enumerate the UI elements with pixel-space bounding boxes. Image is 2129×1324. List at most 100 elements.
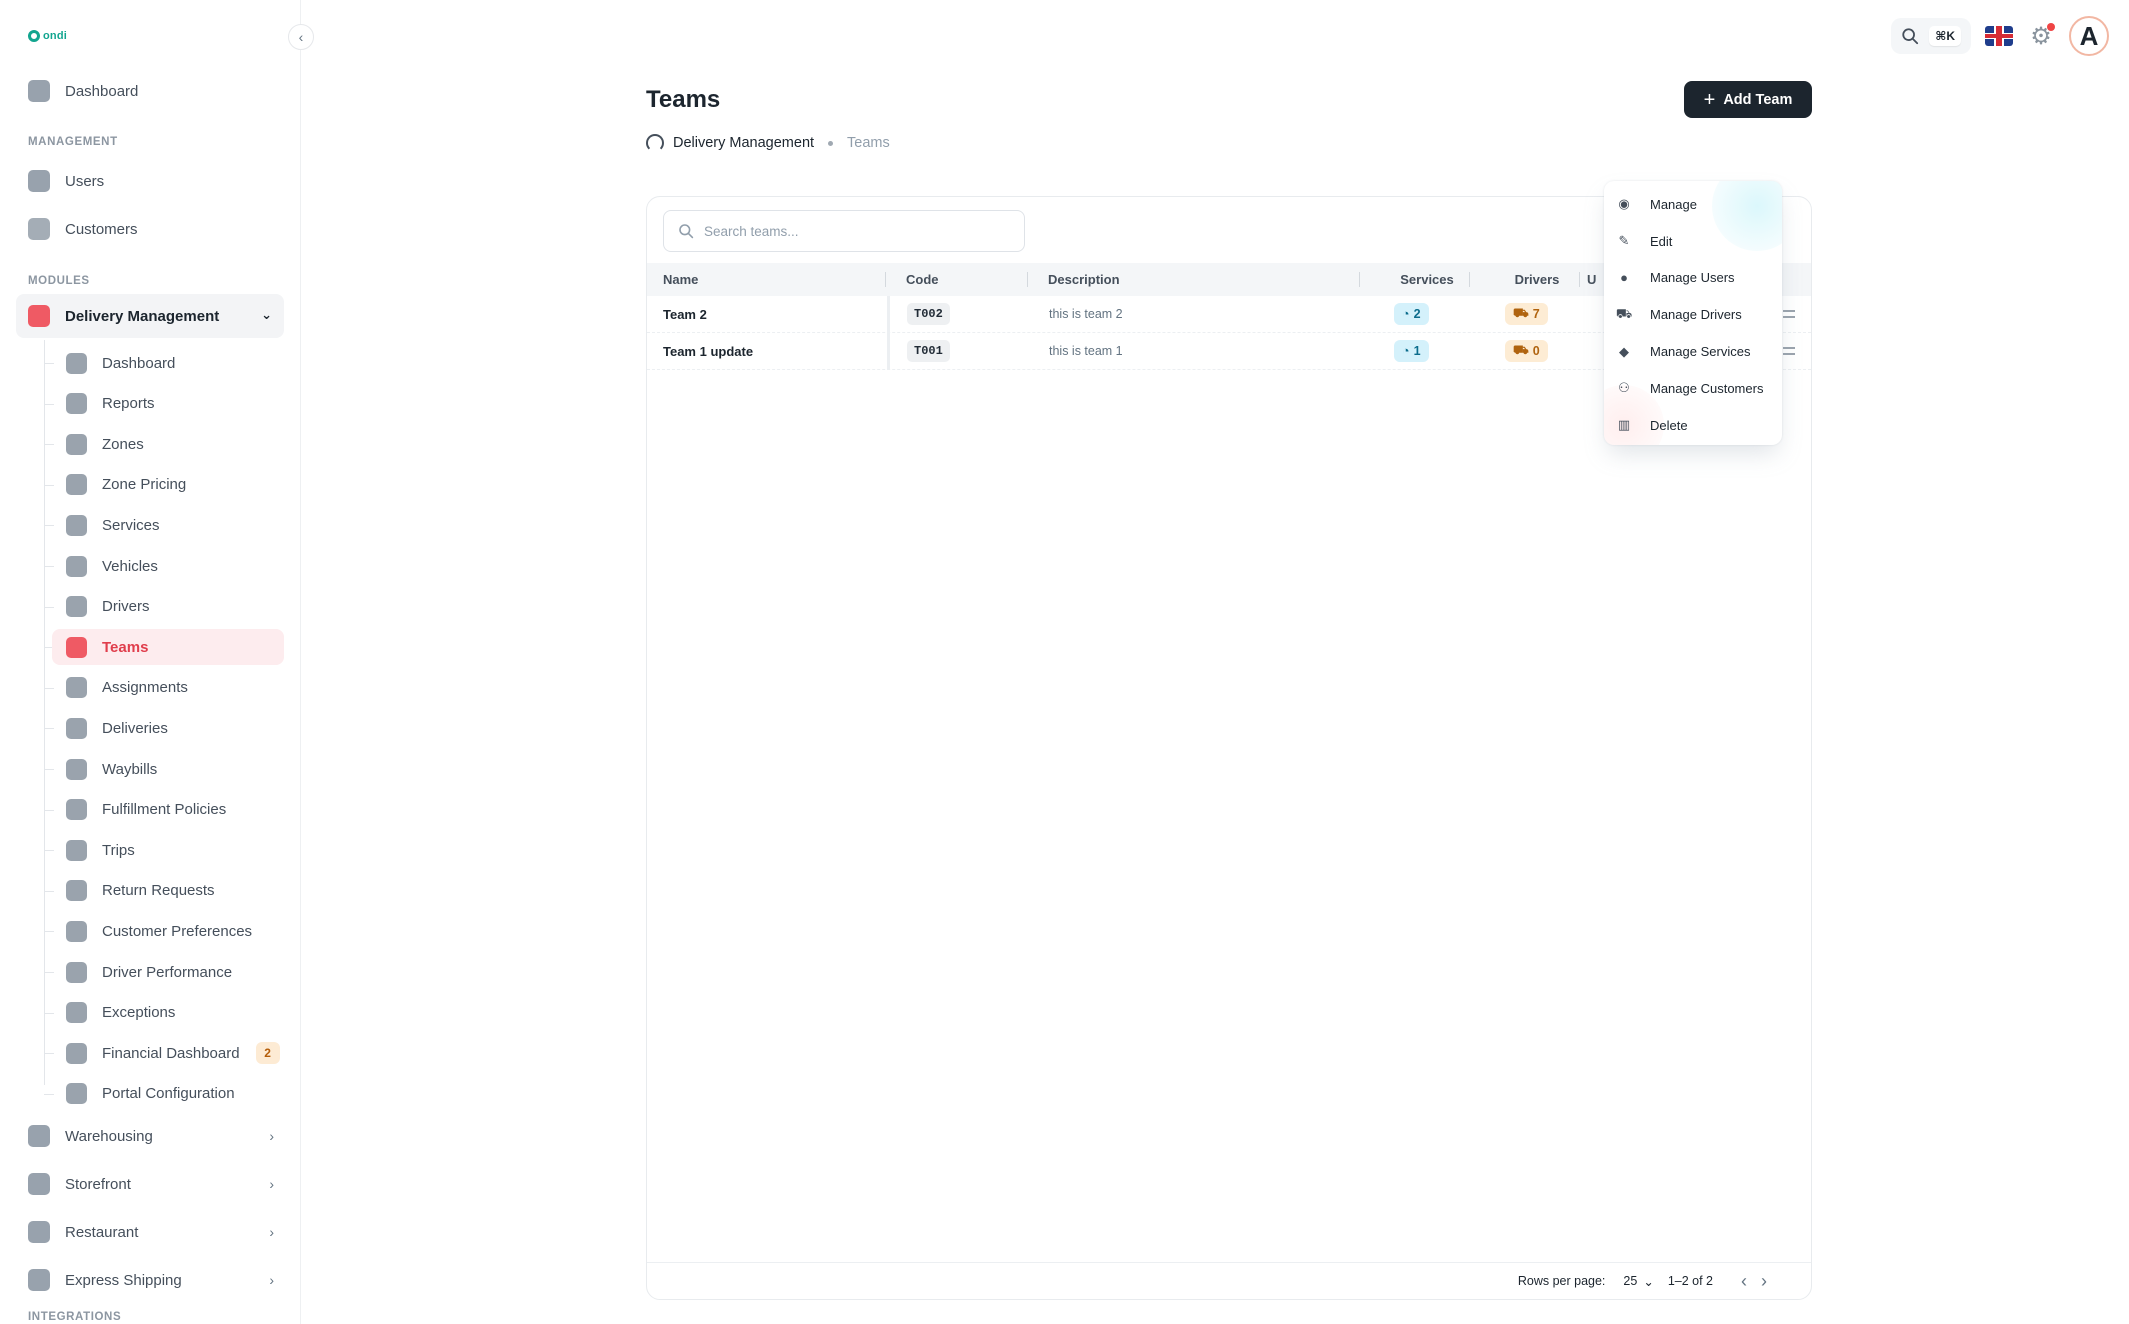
global-search-button[interactable]: ⌘K [1891, 18, 1971, 54]
search-input[interactable] [704, 223, 1004, 239]
sidebar-group-restaurant[interactable]: Restaurant › [28, 1212, 284, 1252]
portal-configuration-icon [66, 1083, 87, 1105]
column-header-description[interactable]: Description [1048, 272, 1120, 287]
sidebar-group-label: Restaurant [65, 1223, 139, 1241]
sidebar-item-assignments[interactable]: Assignments [52, 670, 284, 706]
eye-icon: ◉ [1618, 196, 1630, 212]
drivers-count: 7 [1532, 307, 1540, 321]
sidebar-item-return-requests[interactable]: Return Requests [52, 873, 284, 909]
menu-item-manage[interactable]: ◉ Manage [1604, 186, 1782, 223]
menu-item-manage-services[interactable]: ◆ Manage Services [1604, 333, 1782, 370]
sidebar-item-dashboard[interactable]: Dashboard [52, 345, 284, 381]
service-icon: ◔ [1402, 344, 1410, 358]
chevron-right-icon: › [269, 1272, 274, 1288]
sidebar-group-label: Storefront [65, 1175, 131, 1193]
sidebar-item-dashboard[interactable]: Dashboard [28, 71, 284, 111]
menu-item-label: Manage Users [1650, 270, 1735, 286]
column-header-code[interactable]: Code [906, 272, 939, 287]
sidebar-item-label: Financial Dashboard [102, 1044, 240, 1062]
sidebar-item-label: Reports [102, 395, 155, 413]
car-icon: ⛟ [1615, 305, 1633, 321]
menu-item-label: Manage [1650, 196, 1697, 212]
fulfillment-icon [66, 799, 87, 821]
brand-logo[interactable]: ondi [28, 30, 67, 42]
chevron-right-icon: › [269, 1176, 274, 1192]
menu-item-edit[interactable]: ✎ Edit [1604, 223, 1782, 260]
sidebar-item-exceptions[interactable]: Exceptions [52, 995, 284, 1031]
sidebar-group-delivery-management[interactable]: Delivery Management ⌄ [16, 294, 284, 338]
team-name[interactable]: Team 2 [663, 307, 707, 322]
column-header-drivers[interactable]: Drivers [1474, 272, 1600, 287]
pagination-range: 1–2 of 2 [1667, 1274, 1713, 1288]
add-team-button[interactable]: + Add Team [1684, 81, 1812, 118]
sidebar-item-label: Teams [102, 638, 149, 656]
row-actions-icon[interactable] [1783, 310, 1795, 318]
user-icon [28, 170, 50, 192]
sidebar-group-label: Warehousing [65, 1127, 153, 1145]
row-actions-icon[interactable] [1783, 347, 1795, 355]
search-field[interactable] [663, 210, 1025, 252]
assignments-icon [66, 677, 87, 699]
sidebar-item-driver-performance[interactable]: Driver Performance [52, 954, 284, 990]
zones-icon [66, 433, 87, 455]
breadcrumb: Delivery Management Teams [646, 134, 890, 152]
column-divider [1359, 272, 1360, 287]
services-count: 1 [1413, 344, 1421, 358]
column-header-users[interactable]: U [1587, 272, 1596, 287]
sidebar-item-reports[interactable]: Reports [52, 386, 284, 422]
sidebar-item-label: Driver Performance [102, 963, 233, 981]
language-flag-uk-icon[interactable] [1985, 26, 2013, 46]
column-header-services[interactable]: Services [1364, 272, 1490, 287]
collapse-sidebar-button[interactable]: ‹ [288, 24, 314, 50]
avatar-letter: A [2079, 20, 2099, 51]
sidebar-item-zone-pricing[interactable]: Zone Pricing [52, 467, 284, 503]
financial-dashboard-icon [66, 1042, 87, 1064]
restaurant-icon [28, 1221, 50, 1243]
sidebar-item-trips[interactable]: Trips [52, 832, 284, 868]
waybills-icon [66, 758, 87, 780]
sidebar-item-label: Fulfillment Policies [102, 801, 227, 819]
avatar[interactable]: A [2069, 16, 2109, 56]
menu-item-label: Edit [1650, 233, 1673, 249]
previous-page-icon[interactable]: ‹ [1741, 1271, 1761, 1291]
menu-item-manage-users[interactable]: ● Manage Users [1604, 260, 1782, 297]
notification-dot [2047, 23, 2055, 31]
services-count: 2 [1413, 307, 1421, 321]
users-group-icon: ⚇ [1618, 380, 1630, 396]
sidebar-item-financial-dashboard[interactable]: Financial Dashboard 2 [52, 1035, 284, 1071]
sidebar-item-customers[interactable]: Customers [28, 209, 284, 249]
sidebar-item-users[interactable]: Users [28, 161, 284, 201]
breadcrumb-link[interactable]: Delivery Management [673, 135, 814, 151]
sidebar-item-deliveries[interactable]: Deliveries [52, 710, 284, 746]
rows-per-page-select[interactable]: 25 ⌄ [1623, 1274, 1653, 1289]
sidebar-item-label: Customers [65, 220, 138, 238]
pencil-icon: ✎ [1618, 233, 1630, 249]
menu-item-delete[interactable]: ▥ Delete [1604, 407, 1782, 444]
sidebar-item-teams[interactable]: Teams [52, 629, 284, 666]
settings-button[interactable]: ⚙ [2027, 22, 2055, 50]
sidebar-item-label: Services [102, 516, 160, 534]
services-count-badge: ◔ 2 [1394, 303, 1429, 325]
menu-item-manage-customers[interactable]: ⚇ Manage Customers [1604, 370, 1782, 407]
sidebar-item-services[interactable]: Services [52, 507, 284, 543]
sidebar-group-storefront[interactable]: Storefront › [28, 1164, 284, 1204]
sidebar-item-portal-configuration[interactable]: Portal Configuration [52, 1076, 284, 1112]
sidebar-item-zones[interactable]: Zones [52, 426, 284, 462]
menu-item-manage-drivers[interactable]: ⛟ Manage Drivers [1604, 296, 1782, 333]
sidebar-item-vehicles[interactable]: Vehicles [52, 548, 284, 584]
sidebar-item-label: Drivers [102, 598, 150, 616]
drivers-count-badge: ⛟ 0 [1505, 340, 1548, 362]
sidebar-group-warehousing[interactable]: Warehousing › [28, 1116, 284, 1156]
team-name[interactable]: Team 1 update [663, 344, 753, 359]
customers-icon [28, 218, 50, 240]
sidebar-item-drivers[interactable]: Drivers [52, 589, 284, 625]
column-divider [1027, 272, 1028, 287]
delivery-truck-icon [28, 305, 50, 327]
column-header-name[interactable]: Name [663, 272, 698, 287]
sidebar-item-fulfillment-policies[interactable]: Fulfillment Policies [52, 792, 284, 828]
sidebar-item-waybills[interactable]: Waybills [52, 751, 284, 787]
sidebar-item-customer-preferences[interactable]: Customer Preferences [52, 913, 284, 949]
sidebar-group-express-shipping[interactable]: Express Shipping › [28, 1260, 284, 1300]
next-page-icon[interactable]: › [1761, 1271, 1781, 1291]
tag-icon: ◆ [1619, 343, 1629, 359]
